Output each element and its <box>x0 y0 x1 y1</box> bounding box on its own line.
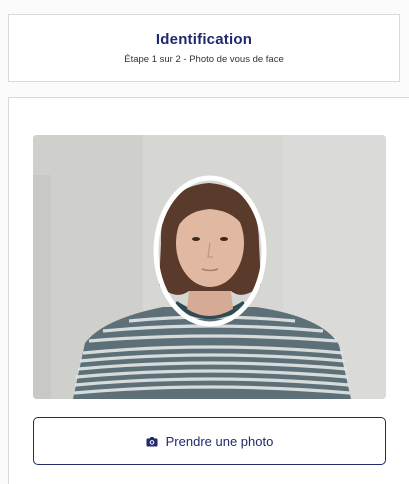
camera-preview <box>33 135 386 399</box>
header-card: Identification Étape 1 sur 2 - Photo de … <box>8 14 400 82</box>
page-title: Identification <box>155 31 253 48</box>
camera-icon <box>146 436 158 447</box>
identification-page: Identification Étape 1 sur 2 - Photo de … <box>0 0 409 484</box>
camera-feed <box>33 135 386 399</box>
take-photo-button[interactable]: Prendre une photo <box>33 417 386 465</box>
take-photo-label: Prendre une photo <box>165 433 274 449</box>
step-indicator: Étape 1 sur 2 - Photo de vous de face <box>124 54 284 65</box>
capture-card: Prendre une photo <box>8 97 409 484</box>
